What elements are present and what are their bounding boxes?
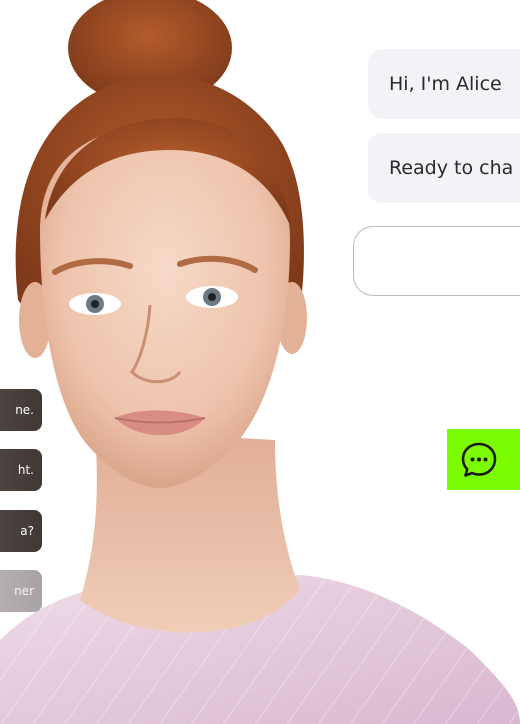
suggestion-chip-label: ner	[14, 584, 34, 598]
chat-launcher-button[interactable]	[447, 429, 520, 490]
chat-message-text: Ready to cha	[389, 157, 514, 179]
chat-message-bubble: Ready to cha	[368, 133, 520, 203]
suggestion-chip-label: a?	[20, 524, 34, 538]
suggestion-chip[interactable]: ht.	[0, 449, 42, 491]
chat-input[interactable]	[354, 227, 520, 295]
chat-widget-screen: Hi, I'm Alice Ready to cha ne. ht. a? ne…	[0, 0, 520, 724]
chat-bubble-ellipsis-icon	[461, 442, 496, 477]
chat-input-box[interactable]	[353, 226, 520, 296]
suggestion-chip-label: ne.	[15, 403, 34, 417]
suggestion-chip-label: ht.	[17, 463, 34, 477]
chat-message-bubble: Hi, I'm Alice	[368, 49, 520, 119]
suggestion-chip[interactable]: ner	[0, 570, 42, 612]
suggestion-chip[interactable]: a?	[0, 510, 42, 552]
suggestion-chip[interactable]: ne.	[0, 389, 42, 431]
chat-message-text: Hi, I'm Alice	[389, 73, 502, 95]
